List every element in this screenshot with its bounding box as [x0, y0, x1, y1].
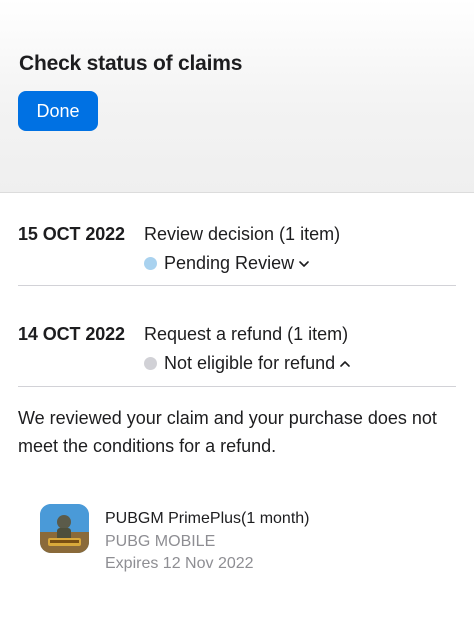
- status-dot-icon: [144, 257, 157, 270]
- claim-date: 14 OCT 2022: [18, 324, 125, 344]
- claim-status-label: Pending Review: [164, 253, 295, 273]
- claim-action: Review decision (1 item): [144, 224, 341, 244]
- claim-status-toggle[interactable]: Not eligible for refund: [144, 353, 351, 374]
- product-item: PUBGM PrimePlus(1 month) PUBG MOBILE Exp…: [40, 504, 440, 584]
- claim-row: 15 OCT 2022 Review decision (1 item) Pen…: [18, 222, 456, 286]
- status-dot-icon: [144, 357, 157, 370]
- pubg-mobile-app-icon: [40, 504, 89, 553]
- product-expiry: Expires 12 Nov 2022: [105, 555, 254, 572]
- claim-status-toggle[interactable]: Pending Review: [144, 253, 310, 274]
- product-name: PUBGM PrimePlus(1 month): [105, 510, 310, 527]
- product-developer: PUBG MOBILE: [105, 533, 216, 550]
- claim-explanation: We reviewed your claim and your purchase…: [18, 408, 437, 456]
- chevron-down-icon[interactable]: [298, 258, 310, 270]
- page-title: Check status of claims: [19, 52, 243, 75]
- claim-row: 14 OCT 2022 Request a refund (1 item) No…: [18, 322, 456, 387]
- claim-action: Request a refund (1 item): [144, 324, 349, 344]
- chevron-up-icon[interactable]: [339, 358, 351, 370]
- done-button[interactable]: Done: [18, 91, 98, 131]
- claim-status-label: Not eligible for refund: [164, 353, 336, 373]
- header: Check status of claims Done: [0, 0, 474, 193]
- claim-date: 15 OCT 2022: [18, 224, 125, 244]
